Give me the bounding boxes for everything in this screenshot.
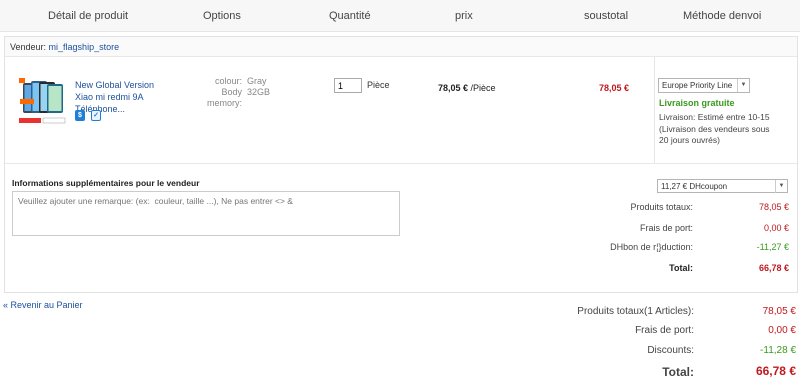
back-to-cart-link[interactable]: « Revenir au Panier	[3, 300, 83, 310]
header-product: Détail de produit	[48, 10, 129, 22]
unit-price: 78,05 € /Pièce	[438, 83, 496, 93]
cart-table-header: Détail de produit Options Quantité prix …	[0, 0, 800, 32]
order-shipping-value: 0,00 €	[768, 325, 796, 336]
store-order-card: Vendeur: mi_flagship_store New Global Ve…	[4, 36, 798, 293]
store-total-value: 66,78 €	[758, 263, 789, 273]
seller-info-title: Informations supplémentaires pour le ven…	[12, 178, 200, 188]
order-total-products-value: 78,05 €	[762, 306, 796, 317]
seller-link[interactable]: mi_flagship_store	[49, 42, 120, 52]
shield-check-icon: ✓	[91, 110, 102, 121]
section-divider	[5, 163, 797, 164]
free-shipping-label: Livraison gratuite	[659, 98, 735, 108]
seller-bar: Vendeur: mi_flagship_store	[5, 37, 797, 57]
option-body-label: Body	[221, 87, 242, 97]
product-image[interactable]	[17, 75, 72, 131]
header-price: prix	[455, 10, 473, 22]
store-total-products-value: 78,05 €	[758, 202, 789, 212]
header-quantity: Quantité	[329, 10, 371, 22]
option-body-value: 32GB	[247, 87, 271, 97]
column-divider	[654, 57, 655, 163]
coupon-select[interactable]: 11,27 € DHcoupon ▼	[657, 179, 788, 193]
option-memory-label: memory:	[206, 98, 242, 108]
shield-dollar-icon: $	[75, 110, 85, 121]
chevron-down-icon: ▼	[737, 79, 749, 92]
seller-remark-input[interactable]	[12, 191, 400, 236]
product-badges: $ ✓	[75, 108, 104, 121]
order-shipping-label: Frais de port:	[635, 325, 694, 336]
order-total-label: Total:	[662, 365, 694, 379]
header-subtotal: soustotal	[584, 10, 629, 22]
store-shipping-value: 0,00 €	[763, 223, 789, 233]
store-discount-value: -11,27 €	[756, 242, 789, 252]
store-total-products-label: Produits totaux:	[630, 202, 693, 212]
chevron-down-icon: ▼	[775, 180, 787, 193]
order-discounts-label: Discounts:	[647, 345, 694, 356]
order-total-products-label: Produits totaux(1 Articles):	[577, 306, 694, 317]
order-discounts-value: -11,28 €	[760, 345, 796, 356]
order-total-value: 66,78 €	[755, 364, 796, 378]
header-options: Options	[203, 10, 241, 22]
item-subtotal: 78,05 €	[599, 83, 630, 93]
store-discount-label: DHbon de r¦}duction:	[610, 242, 693, 252]
store-shipping-label: Frais de port:	[639, 223, 693, 233]
store-total-label: Total:	[669, 263, 693, 273]
quantity-input[interactable]	[334, 78, 362, 93]
shipping-method-select[interactable]: Europe Priority Line ▼	[658, 78, 750, 93]
quantity-unit: Pièce	[367, 80, 390, 90]
option-colour-value: Gray	[247, 76, 267, 86]
option-colour-label: colour:	[214, 76, 242, 86]
header-shipping: Méthode denvoi	[683, 10, 762, 22]
seller-label: Vendeur: mi_flagship_store	[10, 42, 120, 52]
delivery-estimate: Livraison: Estimé entre 10-15 (Livraison…	[659, 112, 770, 145]
